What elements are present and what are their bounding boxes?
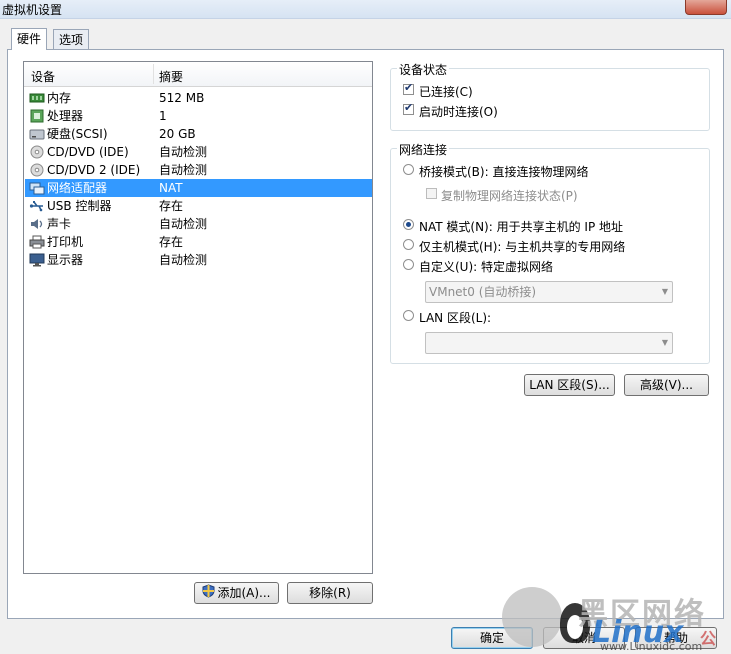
- device-row-cd-dvd-2[interactable]: CD/DVD 2 (IDE) 自动检测: [25, 161, 372, 179]
- title-bar: 虚拟机设置: [0, 0, 731, 19]
- device-summary: 512 MB: [159, 91, 205, 105]
- column-header-device[interactable]: 设备: [31, 68, 55, 85]
- nat-label[interactable]: NAT 模式(N): 用于共享主机的 IP 地址: [419, 218, 623, 235]
- host-only-radio[interactable]: [403, 239, 414, 250]
- device-list[interactable]: 设备 摘要 内存 512 MB 处理器 1 硬盘(SCSI) 20 GB CD/…: [23, 61, 373, 574]
- connected-checkbox[interactable]: ✔: [403, 81, 414, 95]
- cancel-button[interactable]: 取消: [543, 627, 625, 649]
- device-name: 声卡: [47, 217, 72, 231]
- column-divider[interactable]: [153, 64, 154, 84]
- replicate-state-label[interactable]: 复制物理网络连接状态(P): [441, 187, 578, 204]
- usb-icon: [29, 199, 45, 213]
- custom-radio[interactable]: [403, 259, 414, 270]
- replicate-state-checkbox[interactable]: [426, 188, 437, 199]
- device-status-legend: 设备状态: [397, 61, 450, 78]
- monitor-icon: [29, 253, 45, 267]
- network-connection-legend: 网络连接: [397, 141, 450, 158]
- connect-on-power-label[interactable]: 启动时连接(O): [419, 103, 498, 120]
- device-name: 处理器: [47, 109, 84, 123]
- chevron-down-icon: ▼: [661, 338, 668, 347]
- device-row-usb-controller[interactable]: USB 控制器 存在: [25, 197, 372, 215]
- memory-icon: [29, 91, 45, 105]
- device-row-harddisk[interactable]: 硬盘(SCSI) 20 GB: [25, 125, 372, 143]
- connect-on-power-checkbox[interactable]: ✔: [403, 101, 414, 115]
- connected-label[interactable]: 已连接(C): [419, 83, 473, 100]
- device-name: CD/DVD 2 (IDE): [47, 163, 141, 177]
- radio-selected-dot: [406, 222, 411, 227]
- uac-shield-icon: [202, 583, 215, 604]
- tab-options[interactable]: 选项: [53, 29, 90, 49]
- printer-icon: [29, 235, 45, 249]
- device-row-cd-dvd[interactable]: CD/DVD (IDE) 自动检测: [25, 143, 372, 161]
- device-summary: NAT: [159, 181, 183, 195]
- cpu-icon: [29, 109, 45, 123]
- remove-device-button[interactable]: 移除(R): [287, 582, 373, 604]
- device-name: 网络适配器: [47, 181, 108, 195]
- device-summary: 自动检测: [159, 145, 208, 159]
- window-title: 虚拟机设置: [2, 3, 63, 17]
- bridged-label[interactable]: 桥接模式(B): 直接连接物理网络: [419, 163, 588, 180]
- advanced-button[interactable]: 高级(V)...: [624, 374, 709, 396]
- lan-segment-label[interactable]: LAN 区段(L):: [419, 309, 491, 326]
- ok-button[interactable]: 确定: [451, 627, 533, 649]
- close-window-button[interactable]: [685, 0, 727, 15]
- device-row-sound-card[interactable]: 声卡 自动检测: [25, 215, 372, 233]
- device-list-header: 设备 摘要: [24, 62, 372, 87]
- custom-network-value: VMnet0 (自动桥接): [429, 285, 537, 299]
- lan-segment-radio[interactable]: [403, 310, 414, 321]
- device-name: USB 控制器: [47, 199, 112, 213]
- cd-icon: [29, 163, 45, 177]
- custom-label[interactable]: 自定义(U): 特定虚拟网络: [419, 258, 553, 275]
- device-row-display[interactable]: 显示器 自动检测: [25, 251, 372, 269]
- device-name: 硬盘(SCSI): [47, 127, 108, 141]
- device-summary: 自动检测: [159, 253, 208, 267]
- cd-icon: [29, 145, 45, 159]
- device-row-printer[interactable]: 打印机 存在: [25, 233, 372, 251]
- device-name: 显示器: [47, 253, 84, 267]
- sound-icon: [29, 217, 45, 231]
- device-summary: 自动检测: [159, 217, 208, 231]
- custom-network-select[interactable]: VMnet0 (自动桥接) ▼: [425, 281, 673, 303]
- device-row-processor[interactable]: 处理器 1: [25, 107, 372, 125]
- harddisk-icon: [29, 127, 45, 141]
- device-name: CD/DVD (IDE): [47, 145, 129, 159]
- device-summary: 1: [159, 109, 167, 123]
- chevron-down-icon: ▼: [661, 287, 668, 296]
- bridged-radio[interactable]: [403, 164, 414, 175]
- device-summary: 存在: [159, 235, 184, 249]
- add-button-label: 添加(A)...: [217, 586, 271, 600]
- device-summary: 20 GB: [159, 127, 196, 141]
- tab-hardware[interactable]: 硬件: [11, 28, 48, 50]
- add-device-button[interactable]: 添加(A)...: [194, 582, 279, 604]
- device-name: 内存: [47, 91, 72, 105]
- device-summary: 存在: [159, 199, 184, 213]
- lan-segments-button[interactable]: LAN 区段(S)...: [524, 374, 615, 396]
- network-adapter-icon: [29, 181, 45, 195]
- checkmark-icon: ✔: [404, 81, 414, 94]
- device-summary: 自动检测: [159, 163, 208, 177]
- lan-segment-select[interactable]: ▼: [425, 332, 673, 354]
- host-only-label[interactable]: 仅主机模式(H): 与主机共享的专用网络: [419, 238, 625, 255]
- device-row-network-adapter[interactable]: 网络适配器 NAT: [25, 179, 372, 197]
- help-button[interactable]: 帮助: [635, 627, 717, 649]
- device-name: 打印机: [47, 235, 84, 249]
- device-row-memory[interactable]: 内存 512 MB: [25, 89, 372, 107]
- nat-radio[interactable]: [403, 219, 414, 230]
- column-header-summary[interactable]: 摘要: [159, 68, 183, 85]
- checkmark-icon: ✔: [404, 101, 414, 114]
